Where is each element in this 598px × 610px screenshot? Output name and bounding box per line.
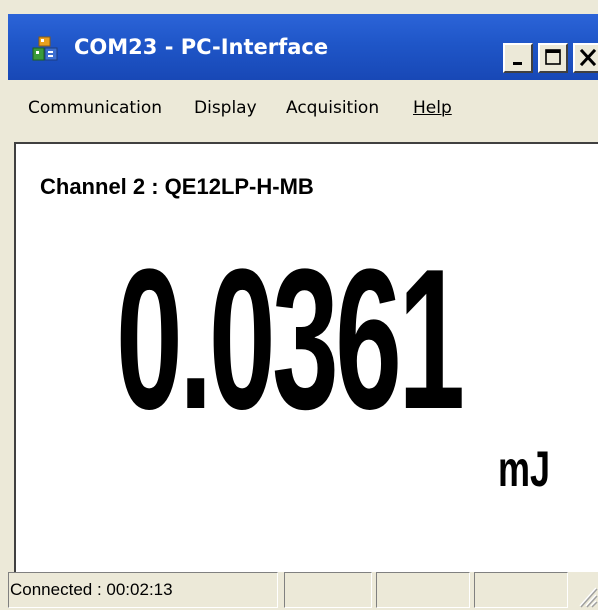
title-bar[interactable]: COM23 - PC-Interface xyxy=(8,14,598,80)
reading-unit: mJ xyxy=(498,441,551,497)
minimize-button[interactable] xyxy=(503,43,533,73)
window-title: COM23 - PC-Interface xyxy=(74,35,329,59)
menu-help[interactable]: Help xyxy=(413,98,452,118)
status-bar: Connected : 00:02:13 xyxy=(8,572,598,610)
status-panel-2 xyxy=(284,572,372,608)
resize-grip-icon[interactable] xyxy=(574,580,598,608)
menu-acquisition[interactable]: Acquisition xyxy=(286,98,379,118)
status-panel-4 xyxy=(474,572,568,608)
reading-value: 0.0361 xyxy=(116,228,465,451)
maximize-button[interactable] xyxy=(538,43,568,73)
app-window: COM23 - PC-Interface Communication Displ… xyxy=(0,0,598,610)
app-icon[interactable] xyxy=(32,36,58,62)
close-button[interactable] xyxy=(573,43,598,73)
minimize-icon xyxy=(513,62,522,65)
menu-bar: Communication Display Acquisition Help xyxy=(8,80,598,140)
close-icon xyxy=(579,48,597,67)
channel-label: Channel 2 : QE12LP-H-MB xyxy=(40,174,314,199)
menu-communication[interactable]: Communication xyxy=(28,98,162,118)
status-connection: Connected : 00:02:13 xyxy=(8,572,278,608)
status-panel-3 xyxy=(376,572,470,608)
menu-display[interactable]: Display xyxy=(194,98,257,118)
maximize-icon xyxy=(545,49,561,65)
measurement-display: Channel 2 : QE12LP-H-MB 0.0361 mJ xyxy=(14,142,598,572)
